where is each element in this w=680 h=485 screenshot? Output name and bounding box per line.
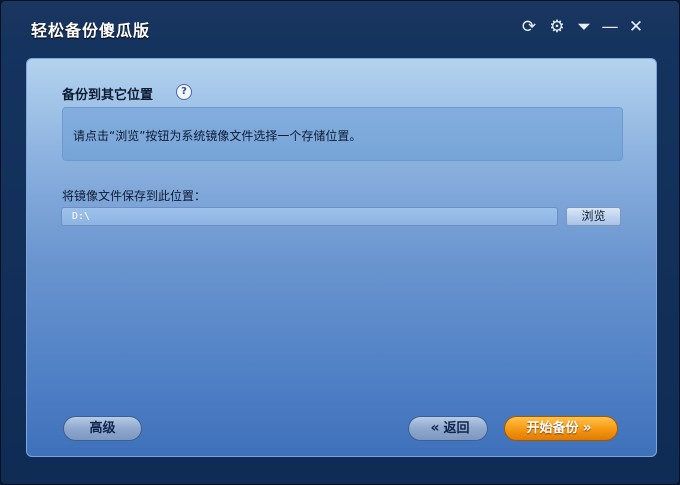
path-label: 将镜像文件保存到此位置： xyxy=(62,189,207,203)
info-text: 请点击“浏览”按钮为系统镜像文件选择一个存储位置。 xyxy=(73,129,362,143)
double-chevron-left-icon: « xyxy=(430,420,440,436)
content-panel: 备份到其它位置 ? 请点击“浏览”按钮为系统镜像文件选择一个存储位置。 将镜像文… xyxy=(26,58,657,457)
minimize-icon[interactable]: — xyxy=(599,16,621,38)
path-input[interactable] xyxy=(61,207,558,226)
close-icon[interactable]: ✕ xyxy=(625,16,647,38)
start-backup-button-label: 开始备份 xyxy=(526,421,579,436)
gear-icon[interactable]: ⚙ xyxy=(546,16,568,38)
app-window: 轻松备份傻瓜版 ⟳ ⚙ ⏷ — ✕ 备份到其它位置 ? 请点击“浏览”按钮为系统… xyxy=(0,0,680,485)
start-backup-button[interactable]: 开始备份» xyxy=(504,416,618,441)
advanced-button-label: 高级 xyxy=(89,421,116,436)
window-title: 轻松备份傻瓜版 xyxy=(31,21,151,40)
info-box: 请点击“浏览”按钮为系统镜像文件选择一个存储位置。 xyxy=(62,107,623,161)
double-chevron-right-icon: » xyxy=(582,420,592,436)
section-heading: 备份到其它位置 xyxy=(62,88,154,103)
menu-dropdown-icon[interactable]: ⏷ xyxy=(573,16,595,38)
back-button[interactable]: «返回 xyxy=(408,416,488,441)
title-bar[interactable]: 轻松备份傻瓜版 ⟳ ⚙ ⏷ — ✕ xyxy=(1,1,679,53)
help-icon[interactable]: ? xyxy=(176,84,192,100)
browse-button[interactable]: 浏览 xyxy=(566,207,621,226)
back-button-label: 返回 xyxy=(443,421,470,436)
refresh-icon[interactable]: ⟳ xyxy=(518,16,540,38)
advanced-button[interactable]: 高级 xyxy=(63,416,142,441)
